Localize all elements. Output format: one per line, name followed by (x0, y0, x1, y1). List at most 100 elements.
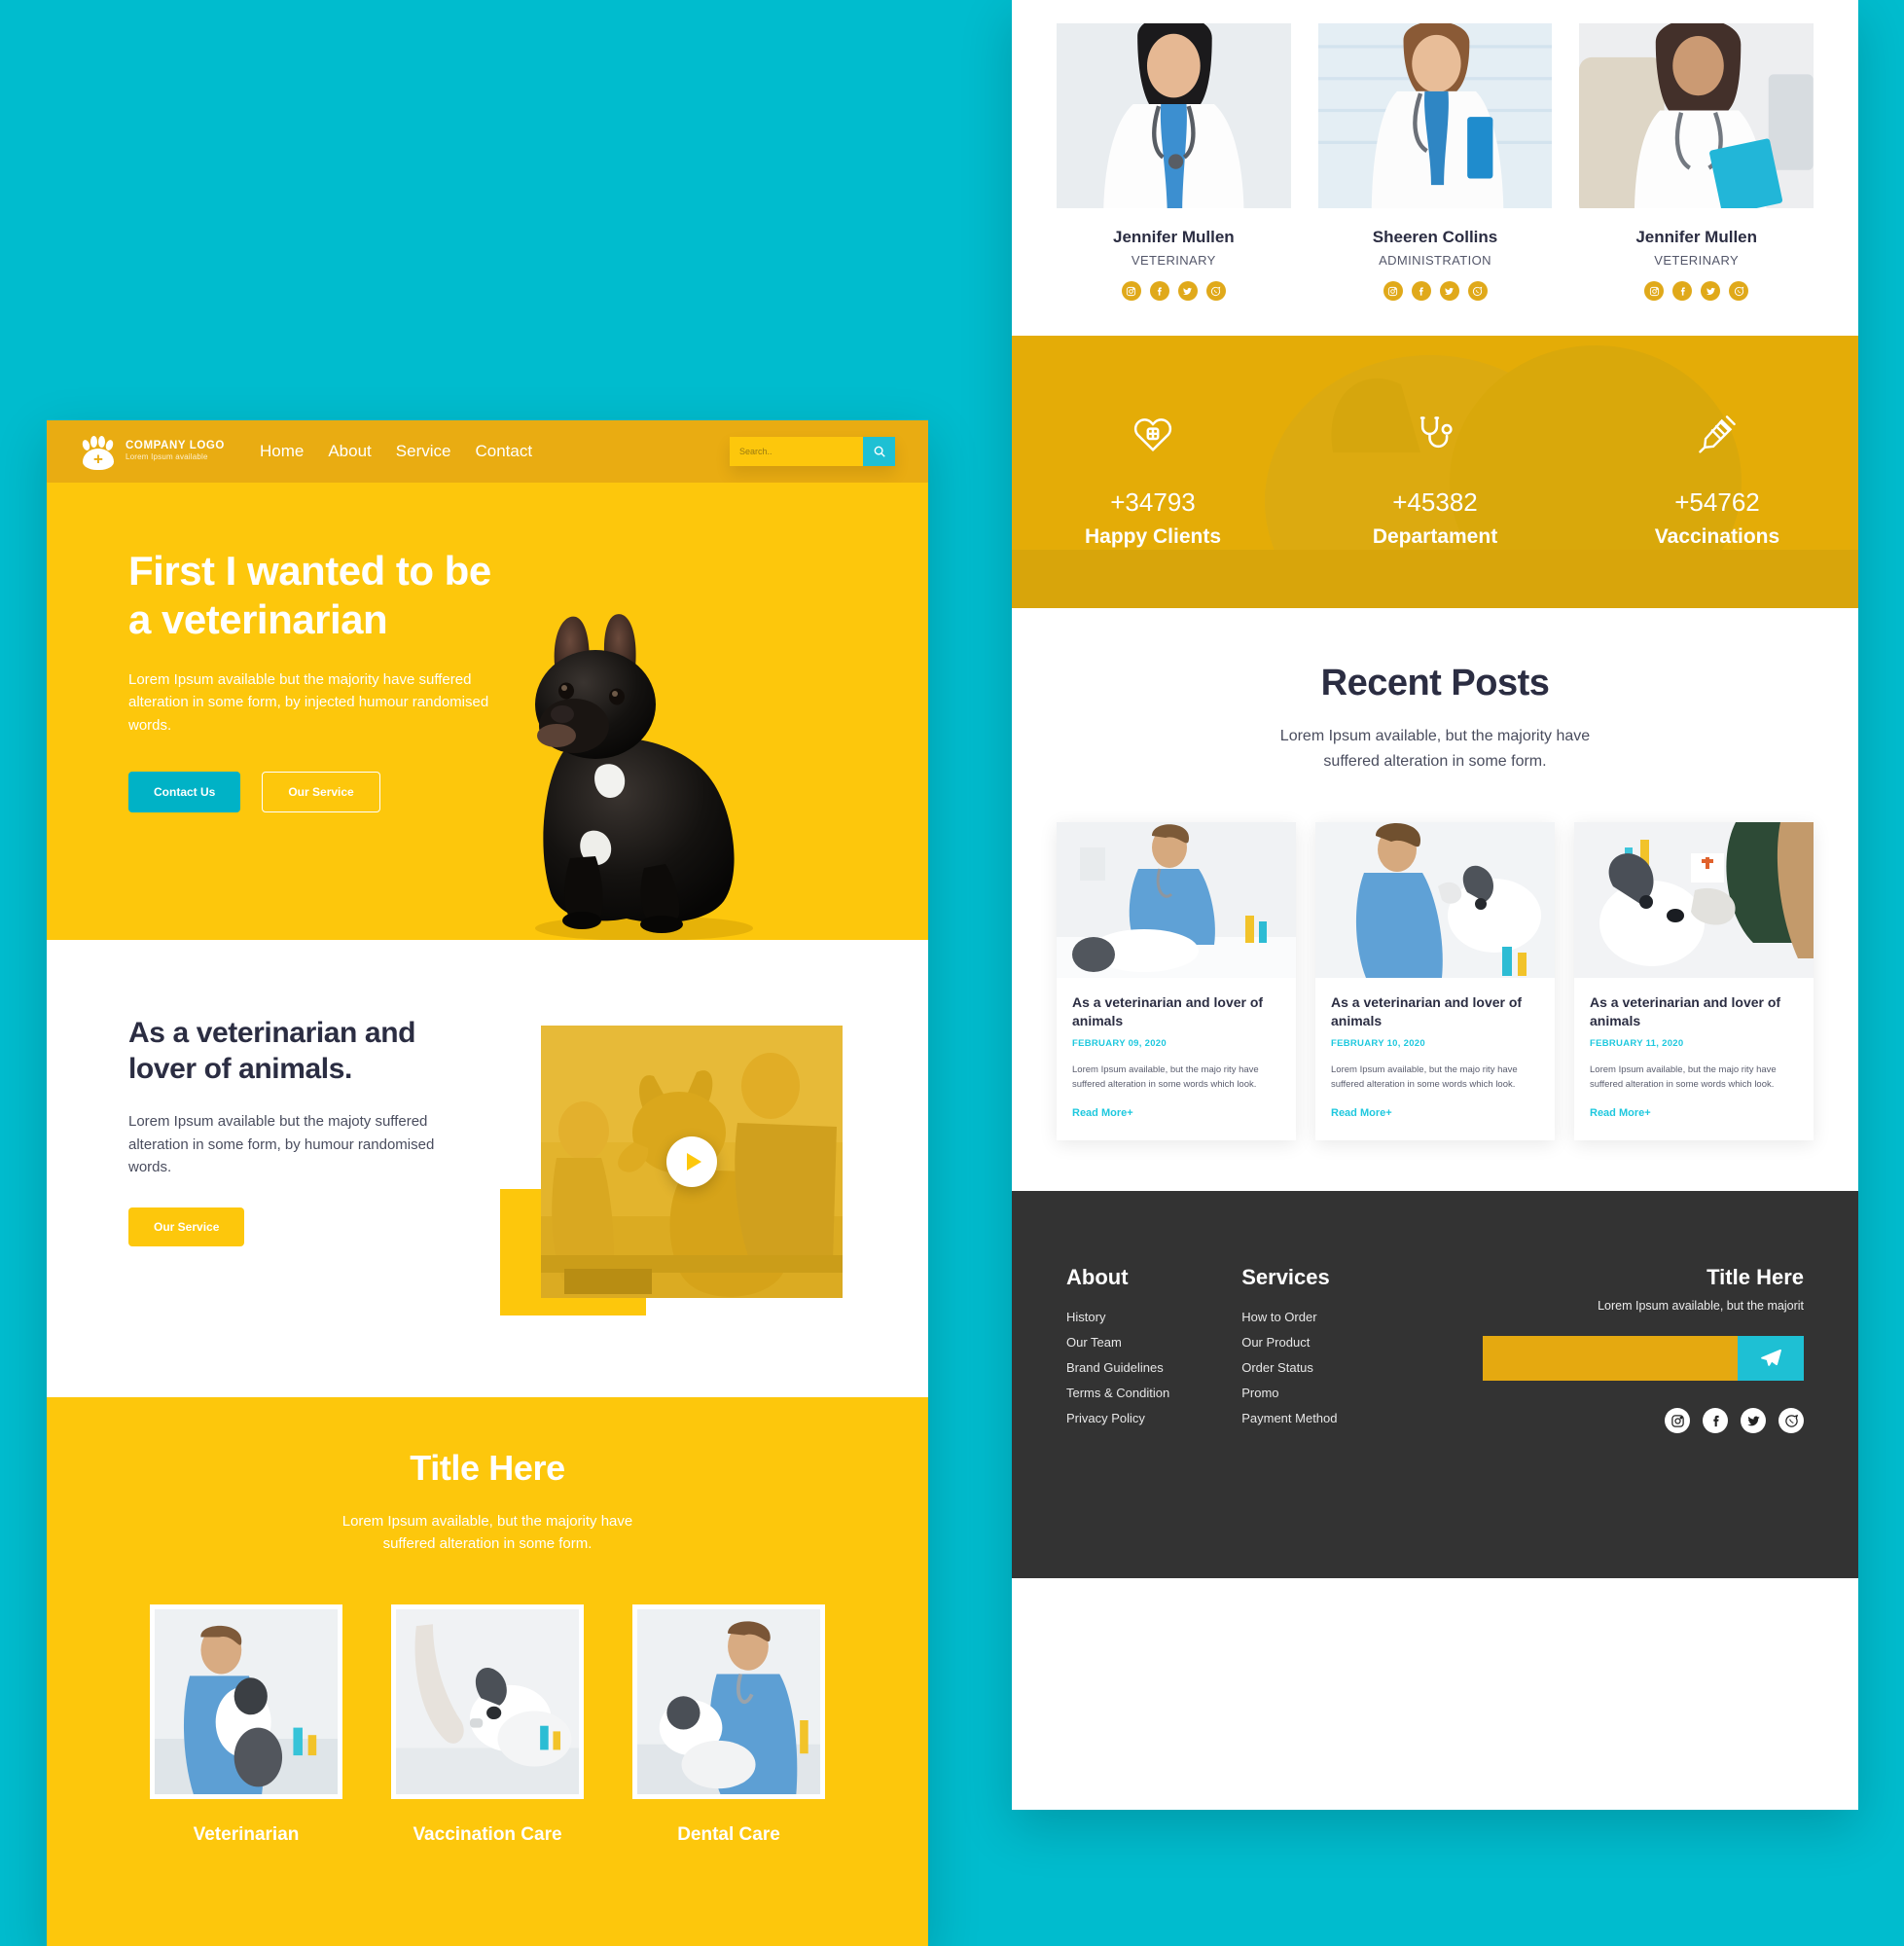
footer-about-column: About History Our Team Brand Guidelines … (1066, 1265, 1169, 1578)
footer-link-our-team[interactable]: Our Team (1066, 1335, 1169, 1350)
service-card[interactable]: Dental Care (632, 1604, 825, 1846)
team-social-links (1057, 281, 1291, 301)
post-text: Lorem Ipsum available, but the majo rity… (1590, 1063, 1777, 1091)
post-card[interactable]: As a veterinarian and lover of animals F… (1574, 822, 1814, 1141)
team-member-card[interactable]: Sheeren Collins ADMINISTRATION (1317, 23, 1553, 301)
service-card[interactable]: Vaccination Care (391, 1604, 584, 1846)
stat-label: Departament (1372, 524, 1498, 548)
instagram-icon[interactable] (1121, 281, 1141, 301)
footer-social-links (1483, 1408, 1804, 1434)
left-mockup-page: COMPANY LOGO Lorem Ipsum available Home … (47, 420, 928, 1946)
post-card[interactable]: As a veterinarian and lover of animals F… (1315, 822, 1555, 1141)
doctor-portrait-1 (1057, 23, 1291, 208)
team-member-name: Sheeren Collins (1372, 228, 1498, 246)
twitter-icon[interactable] (1177, 281, 1198, 301)
post-text: Lorem Ipsum available, but the majo rity… (1331, 1063, 1518, 1091)
services-subtitle-line1: Lorem Ipsum available, but the majority … (341, 1513, 633, 1530)
about-title: As a veterinarian and lover of animals. (128, 1016, 464, 1087)
read-more-link[interactable]: Read More+ (1590, 1107, 1651, 1119)
nav-links: Home About Service Contact (260, 442, 532, 461)
instagram-icon[interactable] (1383, 281, 1403, 301)
post-date: FEBRUARY 10, 2020 (1331, 1037, 1425, 1049)
post-date: FEBRUARY 09, 2020 (1072, 1037, 1167, 1049)
post-body: As a veterinarian and lover of animals F… (1315, 978, 1555, 1140)
posts-grid: As a veterinarian and lover of animals F… (1057, 822, 1814, 1141)
footer-link-promo[interactable]: Promo (1241, 1386, 1337, 1400)
stat-label: Happy Clients (1084, 524, 1222, 548)
service-label: Veterinarian (193, 1823, 300, 1845)
canvas: COMPANY LOGO Lorem Ipsum available Home … (0, 0, 1904, 1946)
post-title: As a veterinarian and lover of animals (1331, 994, 1523, 1029)
instagram-icon[interactable] (1644, 281, 1665, 301)
logo-tagline: Lorem Ipsum available (126, 452, 208, 462)
twitter-icon[interactable] (1439, 281, 1459, 301)
dog-being-examined (1574, 822, 1814, 979)
team-member-card[interactable]: Jennifer Mullen VETERINARY (1057, 23, 1291, 301)
read-more-link[interactable]: Read More+ (1072, 1107, 1133, 1119)
read-more-link[interactable]: Read More+ (1331, 1107, 1392, 1119)
facebook-icon[interactable] (1672, 281, 1693, 301)
services-section: Title Here Lorem Ipsum available, but th… (47, 1397, 928, 1946)
nav-link-service[interactable]: Service (396, 442, 451, 461)
newsletter-send-button[interactable] (1738, 1336, 1804, 1382)
service-card[interactable]: Veterinarian (150, 1604, 342, 1846)
post-image (1574, 822, 1814, 979)
whatsapp-icon[interactable] (1205, 281, 1226, 301)
vet-examining-border-collie (155, 1608, 338, 1794)
newsletter-input[interactable] (1483, 1336, 1738, 1382)
right-mockup-page: Jennifer Mullen VETERINARY Sheeren Colli… (1012, 0, 1858, 1810)
team-section: Jennifer Mullen VETERINARY Sheeren Colli… (1012, 0, 1858, 336)
footer-link-how-to-order[interactable]: How to Order (1241, 1310, 1337, 1324)
nav-link-about[interactable]: About (328, 442, 371, 461)
footer-link-terms[interactable]: Terms & Condition (1066, 1386, 1169, 1400)
nav-link-contact[interactable]: Contact (475, 442, 532, 461)
stats-row: +34793 Happy Clients +45382 Departament (1012, 336, 1858, 608)
logo[interactable]: COMPANY LOGO Lorem Ipsum available (80, 433, 225, 470)
stat-number: +34793 (1110, 486, 1196, 517)
search-button[interactable] (863, 437, 895, 466)
about-our-service-button[interactable]: Our Service (128, 1207, 245, 1247)
hero-title-line2: a veterinarian (128, 595, 388, 642)
post-image (1315, 822, 1555, 979)
whatsapp-icon[interactable] (1729, 281, 1749, 301)
play-button-icon[interactable] (666, 1136, 717, 1187)
post-card[interactable]: As a veterinarian and lover of animals F… (1057, 822, 1296, 1141)
footer-link-privacy[interactable]: Privacy Policy (1066, 1411, 1169, 1425)
search-input[interactable] (730, 437, 863, 466)
newsletter-title: Title Here (1706, 1265, 1804, 1290)
whatsapp-icon[interactable] (1778, 1408, 1804, 1434)
footer-link-brand-guidelines[interactable]: Brand Guidelines (1066, 1360, 1169, 1375)
hero-section: First I wanted to be a veterinarian Lore… (47, 483, 928, 940)
whatsapp-icon[interactable] (1467, 281, 1488, 301)
video-thumbnail[interactable] (541, 1026, 843, 1298)
footer-link-order-status[interactable]: Order Status (1241, 1360, 1337, 1375)
stat-number: +45382 (1392, 486, 1478, 517)
service-image (632, 1604, 825, 1799)
facebook-icon[interactable] (1149, 281, 1169, 301)
team-member-name: Jennifer Mullen (1112, 228, 1235, 246)
twitter-icon[interactable] (1741, 1408, 1766, 1434)
service-image (391, 1604, 584, 1799)
contact-us-button[interactable]: Contact Us (128, 771, 241, 812)
twitter-icon[interactable] (1701, 281, 1721, 301)
instagram-icon[interactable] (1665, 1408, 1690, 1434)
stat-item: +45382 Departament (1294, 406, 1576, 549)
recent-posts-title: Recent Posts (1320, 663, 1550, 703)
services-title: Title Here (410, 1448, 565, 1488)
footer-link-history[interactable]: History (1066, 1310, 1169, 1324)
team-member-card[interactable]: Jennifer Mullen VETERINARY (1579, 23, 1814, 301)
facebook-icon[interactable] (1411, 281, 1431, 301)
post-title: As a veterinarian and lover of animals (1590, 994, 1781, 1029)
nav-link-home[interactable]: Home (260, 442, 304, 461)
about-title-line2: lover of animals. (128, 1052, 352, 1085)
recent-posts-section: Recent Posts Lorem Ipsum available, but … (1012, 608, 1858, 1191)
footer-link-payment-method[interactable]: Payment Method (1241, 1411, 1337, 1425)
footer-link-our-product[interactable]: Our Product (1241, 1335, 1337, 1350)
our-service-button[interactable]: Our Service (262, 771, 380, 812)
post-image (1057, 822, 1296, 979)
facebook-icon[interactable] (1703, 1408, 1728, 1434)
post-body: As a veterinarian and lover of animals F… (1574, 978, 1814, 1140)
vet-with-stethoscope-and-dog (637, 1608, 820, 1794)
post-title: As a veterinarian and lover of animals (1072, 994, 1264, 1029)
paper-plane-icon (1761, 1350, 1781, 1367)
